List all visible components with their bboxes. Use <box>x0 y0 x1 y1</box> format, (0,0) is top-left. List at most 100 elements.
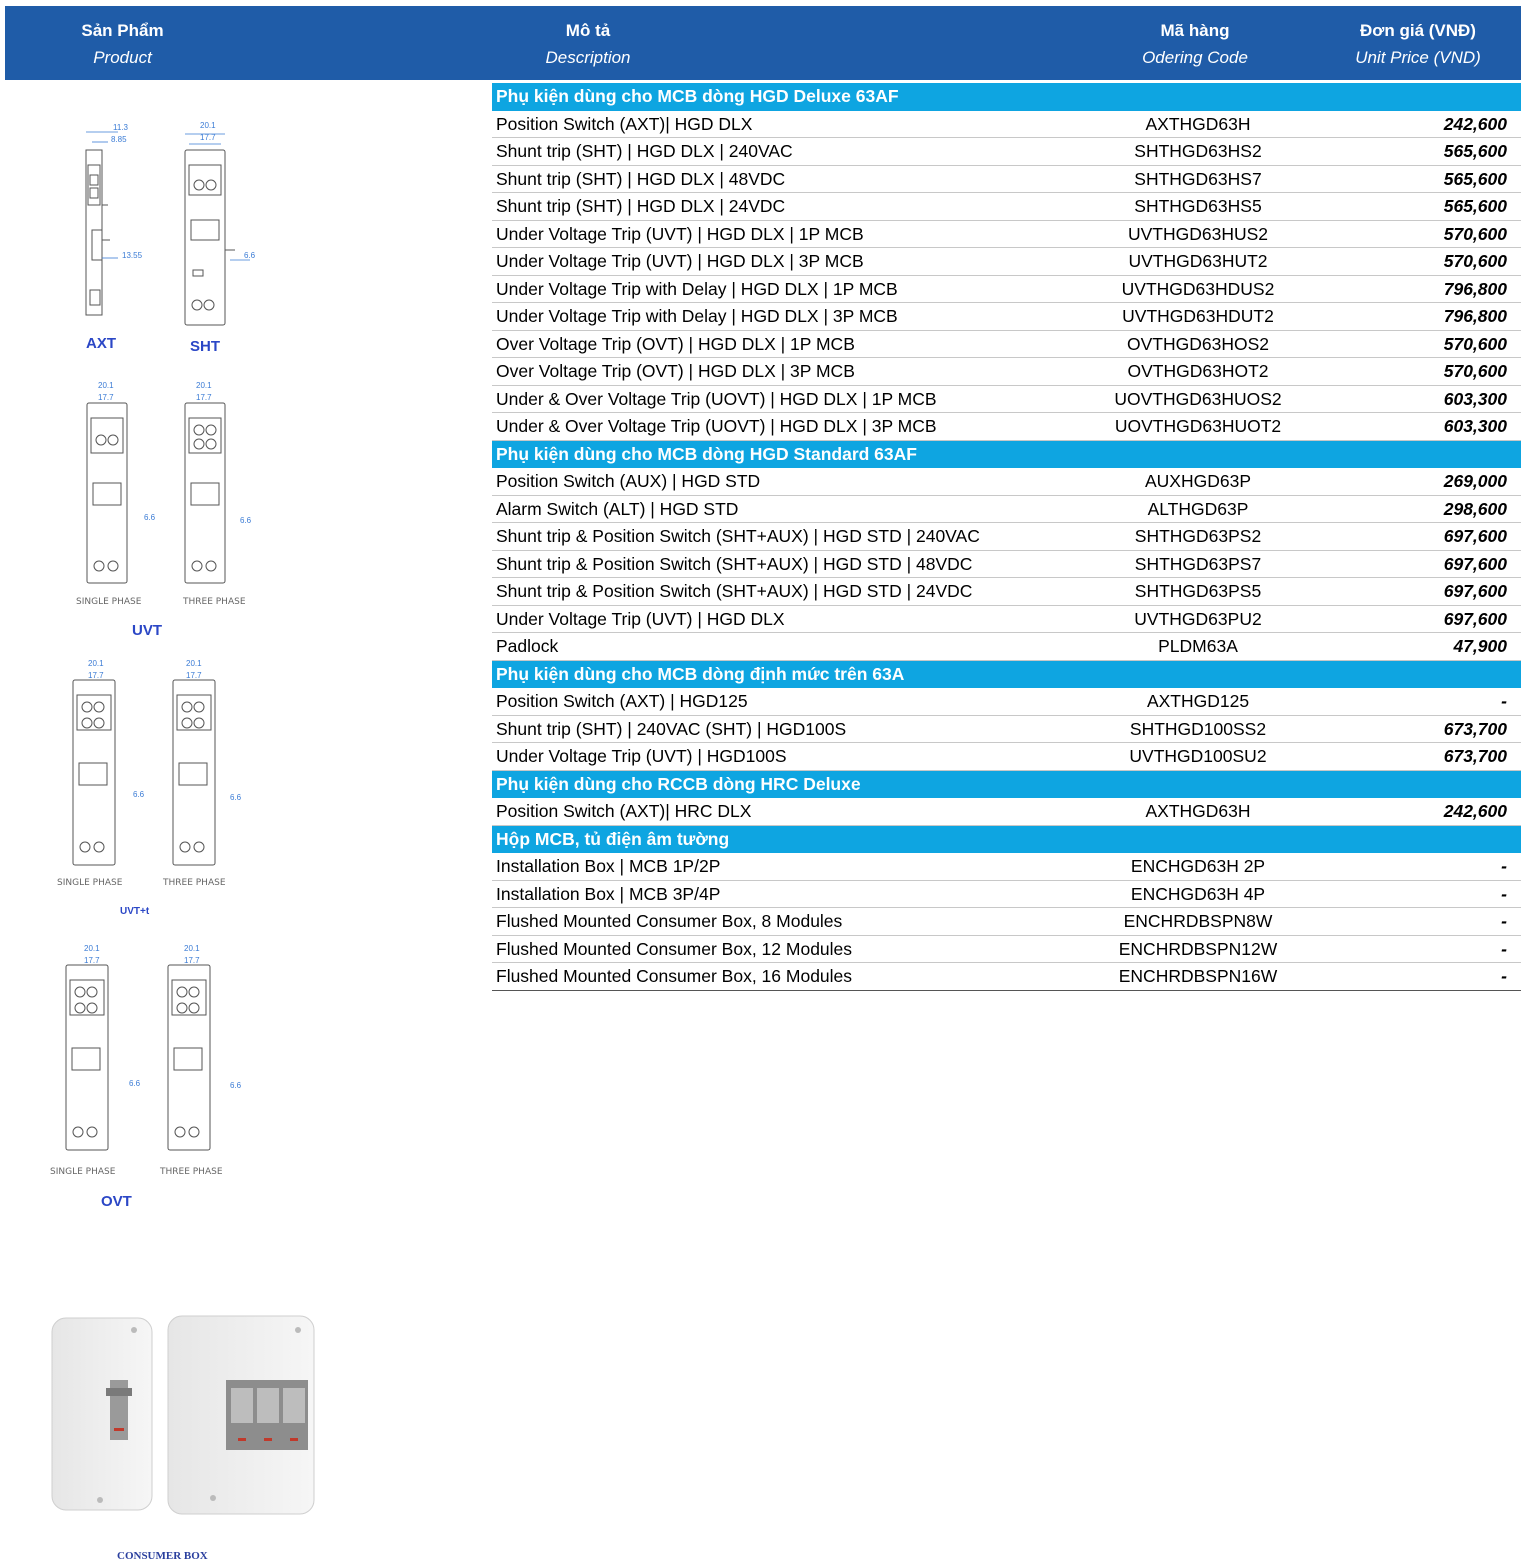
section-header-row: Phụ kiện dùng cho MCB dòng HGD Deluxe 63… <box>492 83 1521 111</box>
uvt-dim-w1: 20.1 <box>98 381 114 390</box>
section-title: Phụ kiện dùng cho MCB dòng định mức trên… <box>496 663 905 684</box>
table-row: Shunt trip & Position Switch (SHT+AUX) |… <box>492 551 1521 578</box>
row-description: Flushed Mounted Consumer Box, 16 Modules <box>496 966 853 986</box>
table-row: Under Voltage Trip with Delay | HGD DLX … <box>492 276 1521 303</box>
table-row: Position Switch (AXT)| HGD DLX AXTHGD63H 2… <box>492 111 1521 138</box>
table-row: Over Voltage Trip (OVT) | HGD DLX | 3P M… <box>492 358 1521 386</box>
table-row: Shunt trip (SHT) | 240VAC (SHT) | HGD100… <box>492 716 1521 743</box>
table-row: Flushed Mounted Consumer Box, 12 Modules… <box>492 936 1521 963</box>
table-row: Over Voltage Trip (OVT) | HGD DLX | 1P M… <box>492 331 1521 358</box>
sht-drawing <box>184 133 250 326</box>
consumer-box-image <box>51 1315 315 1515</box>
header-description: Mô tả Description <box>488 18 688 72</box>
section-title: Phụ kiện dùng cho MCB dòng HGD Deluxe 63… <box>496 86 899 106</box>
row-unit-price: 697,600 <box>1443 608 1507 629</box>
table-row: Under & Over Voltage Trip (UOVT) | HGD D… <box>492 413 1521 441</box>
row-unit-price: - <box>1501 938 1507 959</box>
row-description: Under Voltage Trip (UVT) | HGD DLX <box>496 608 785 629</box>
row-description: Flushed Mounted Consumer Box, 12 Modules <box>496 938 853 959</box>
table-row: Under Voltage Trip with Delay | HGD DLX … <box>492 303 1521 331</box>
ovt-dim-s: 6.6 <box>129 1079 141 1088</box>
uvtt-single-phase: SINGLE PHASE <box>57 878 123 888</box>
caption-uvt-t: UVT+t <box>120 906 150 917</box>
row-description: Shunt trip & Position Switch (SHT+AUX) |… <box>496 581 973 601</box>
table-row: Under Voltage Trip (UVT) | HGD DLX | 3P … <box>492 248 1521 276</box>
row-ordering-code: OVTHGD63HOT2 <box>1127 361 1269 381</box>
row-description: Position Switch (AXT)| HGD DLX <box>496 113 753 134</box>
caption-axt: AXT <box>86 335 116 352</box>
header-product-vi: Sản Phẩm <box>81 21 164 40</box>
row-description: Padlock <box>496 636 559 656</box>
row-unit-price: 603,300 <box>1443 416 1507 436</box>
row-ordering-code: UVTHGD63HUT2 <box>1128 251 1268 271</box>
row-unit-price: 565,600 <box>1443 141 1507 161</box>
table-row: Position Switch (AUX) | HGD STD AUXHGD63P… <box>492 468 1521 496</box>
row-ordering-code: ENCHRDBSPN12W <box>1118 938 1278 959</box>
table-row: Under Voltage Trip (UVT) | HGD100S UVTHGD… <box>492 743 1521 771</box>
uvtt-dim-w2: 17.7 <box>88 671 104 680</box>
row-unit-price: 697,600 <box>1443 553 1507 574</box>
sht-dim-w1: 20.1 <box>200 121 216 130</box>
row-description: Under Voltage Trip (UVT) | HGD DLX | 1P … <box>496 223 864 244</box>
axt-dim-1: 11.3 <box>113 123 128 132</box>
ovt-drawing <box>65 964 211 1151</box>
row-description: Installation Box | MCB 1P/2P <box>496 856 721 876</box>
header-price: Đơn giá (VNĐ) Unit Price (VND) <box>1323 18 1513 72</box>
row-description: Position Switch (AXT) | HGD125 <box>496 691 748 711</box>
row-unit-price: 697,600 <box>1443 526 1507 546</box>
row-unit-price: - <box>1501 883 1507 904</box>
row-description: Over Voltage Trip (OVT) | HGD DLX | 1P M… <box>496 333 855 354</box>
section-header-row: Phụ kiện dùng cho MCB dòng định mức trên… <box>492 660 1521 688</box>
row-description: Shunt trip (SHT) | HGD DLX | 48VDC <box>496 168 786 189</box>
header-desc-en: Description <box>545 48 631 67</box>
table-row: Position Switch (AXT) | HGD125 AXTHGD125 - <box>492 688 1521 716</box>
row-unit-price: 796,800 <box>1443 278 1507 299</box>
row-description: Shunt trip (SHT) | HGD DLX | 24VDC <box>496 196 786 216</box>
section-header-row: Phụ kiện dùng cho MCB dòng HGD Standard … <box>492 440 1521 468</box>
table-row: Shunt trip (SHT) | HGD DLX | 48VDC SHTHGD… <box>492 166 1521 193</box>
row-unit-price: 298,600 <box>1443 498 1507 519</box>
uvtt-dim-w1b: 20.1 <box>186 659 202 668</box>
row-unit-price: 269,000 <box>1443 471 1507 491</box>
row-ordering-code: AXTHGD63H <box>1145 113 1251 134</box>
table-row: Installation Box | MCB 1P/2P ENCHGD63H 2P… <box>492 853 1521 881</box>
uvtt-dim-w2b: 17.7 <box>186 671 202 680</box>
uvt-single-phase: SINGLE PHASE <box>76 597 142 607</box>
row-ordering-code: SHTHGD100SS2 <box>1129 718 1267 739</box>
row-unit-price: 565,600 <box>1443 196 1507 216</box>
table-row: Flushed Mounted Consumer Box, 16 Modules… <box>492 963 1521 991</box>
row-unit-price: - <box>1501 691 1507 711</box>
row-description: Shunt trip (SHT) | HGD DLX | 240VAC <box>496 141 793 161</box>
table-row: Position Switch (AXT)| HRC DLX AXTHGD63H 2… <box>492 798 1521 826</box>
row-description: Shunt trip & Position Switch (SHT+AUX) |… <box>496 526 980 546</box>
row-ordering-code: UOVTHGD63HUOT2 <box>1114 416 1282 436</box>
row-unit-price: 570,600 <box>1443 251 1507 271</box>
uvt-dim-w1b: 20.1 <box>196 381 212 390</box>
row-ordering-code: ENCHGD63H 4P <box>1130 883 1266 904</box>
sht-dim-w2: 17.7 <box>200 133 216 142</box>
header-code-vi: Mã hàng <box>1160 21 1230 40</box>
row-unit-price: - <box>1501 966 1507 986</box>
section-title: Phụ kiện dùng cho MCB dòng HGD Standard … <box>496 443 917 464</box>
uvt-drawing <box>86 402 226 584</box>
row-ordering-code: ENCHRDBSPN8W <box>1123 911 1273 931</box>
ovt-dim-sb: 6.6 <box>230 1081 242 1090</box>
table-row: Under Voltage Trip (UVT) | HGD DLX UVTHGD… <box>492 606 1521 633</box>
section-header-row: Phụ kiện dùng cho RCCB dòng HRC Deluxe <box>492 770 1521 798</box>
row-description: Under Voltage Trip (UVT) | HGD DLX | 3P … <box>496 251 864 271</box>
row-unit-price: 796,800 <box>1443 306 1507 326</box>
row-unit-price: 673,700 <box>1443 718 1507 739</box>
axt-dim-2: 8.85 <box>111 135 127 144</box>
row-description: Position Switch (AXT)| HRC DLX <box>496 801 752 821</box>
row-unit-price: 565,600 <box>1443 168 1507 189</box>
row-ordering-code: UOVTHGD63HUOS2 <box>1114 388 1282 409</box>
header-product: Sản Phẩm Product <box>5 18 240 72</box>
row-unit-price: 242,600 <box>1443 113 1507 134</box>
row-unit-price: 673,700 <box>1443 746 1507 766</box>
ovt-dim-w1: 20.1 <box>84 944 100 953</box>
header-price-vi: Đơn giá (VNĐ) <box>1360 21 1476 40</box>
table-row: Alarm Switch (ALT) | HGD STD ALTHGD63P 298… <box>492 496 1521 523</box>
axt-dim-3: 13.55 <box>122 251 143 260</box>
section-header-row: Hộp MCB, tủ điện âm tường <box>492 825 1521 853</box>
row-unit-price: 570,600 <box>1443 361 1507 381</box>
